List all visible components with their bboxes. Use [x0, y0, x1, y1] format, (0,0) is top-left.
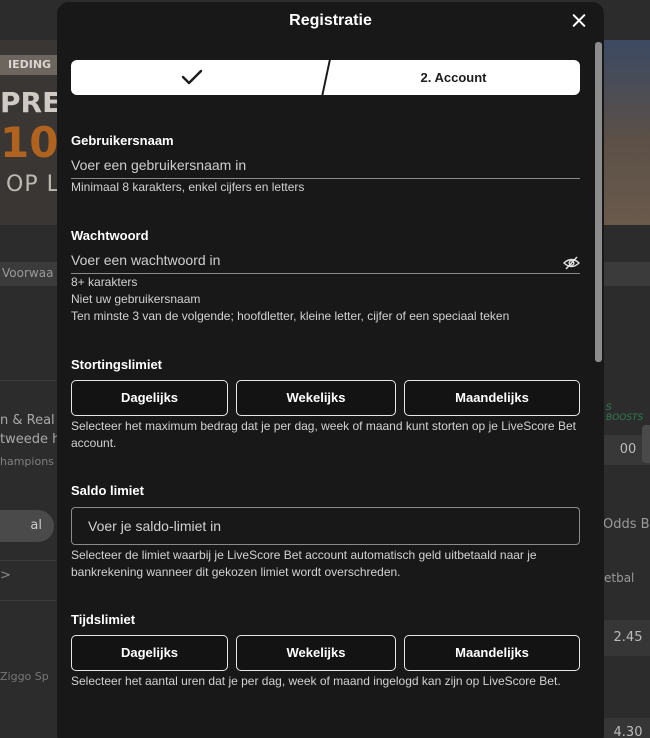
check-icon[interactable]	[181, 68, 203, 86]
username-input[interactable]	[71, 152, 580, 179]
close-icon[interactable]	[569, 11, 589, 31]
competition-label: hampions	[0, 455, 54, 468]
password-hint: 8+ karakters	[71, 275, 138, 289]
match-line: tweede h	[0, 432, 61, 447]
password-input[interactable]	[71, 247, 580, 274]
time-limit-label: Tijdslimiet	[71, 612, 136, 627]
deposit-weekly-button[interactable]: Wekelijks	[236, 380, 396, 416]
time-weekly-button[interactable]: Wekelijks	[236, 635, 396, 671]
match-teams[interactable]: n & Real tweede h	[0, 411, 60, 449]
time-daily-button[interactable]: Dagelijks	[71, 635, 228, 671]
step-account: 2. Account	[420, 70, 487, 85]
match-line: n & Real	[0, 413, 55, 428]
odds-button[interactable]: 4.30	[598, 718, 650, 738]
promo-amount: 10	[0, 118, 59, 167]
promo-subline: OP L	[6, 172, 60, 197]
promo-image	[600, 40, 650, 225]
modal-title: Registratie	[289, 12, 372, 29]
sport-label: etbal	[604, 571, 635, 585]
deposit-limit-label: Stortingslimiet	[71, 357, 163, 372]
odds-button[interactable]: 2.45	[598, 620, 650, 656]
broadcaster-label: Ziggo Sp	[0, 670, 49, 683]
filter-pill[interactable]: al	[0, 510, 54, 542]
eye-slash-icon[interactable]	[563, 256, 580, 270]
username-hint: Minimaal 8 karakters, enkel cijfers en l…	[71, 180, 305, 194]
odds-button[interactable]	[642, 425, 650, 463]
conditions-link[interactable]: Voorwaa	[2, 266, 53, 280]
chevron-right-icon[interactable]: >	[0, 568, 11, 583]
username-label: Gebruikersnaam	[71, 133, 174, 148]
divider	[0, 380, 56, 381]
password-hints: 8+ karakters Niet uw gebruikersnaam Ten …	[71, 274, 583, 325]
divider	[0, 600, 56, 601]
balance-limit-label: Saldo limiet	[71, 483, 144, 498]
deposit-daily-button[interactable]: Dagelijks	[71, 380, 228, 416]
balance-limit-hint: Selecteer de limiet waarbij je LiveScore…	[71, 548, 537, 579]
password-hint: Niet uw gebruikersnaam	[71, 292, 201, 306]
divider	[0, 560, 56, 561]
registration-stepper: 2. Account	[71, 60, 580, 95]
boosts-label: S BOOSTS	[606, 403, 644, 423]
time-monthly-button[interactable]: Maandelijks	[404, 635, 580, 671]
promo-badge: IEDING	[0, 55, 60, 75]
odds-tab[interactable]: Odds B	[603, 517, 650, 532]
registration-modal: Registratie 2. Account Gebruikersnaam Mi…	[57, 2, 604, 738]
deposit-limit-hint: Selecteer het maximum bedrag dat je per …	[71, 419, 576, 450]
scrollbar[interactable]	[595, 42, 602, 362]
password-hint: Ten minste 3 van de volgende; hoofdlette…	[71, 309, 510, 323]
deposit-monthly-button[interactable]: Maandelijks	[404, 380, 580, 416]
password-label: Wachtwoord	[71, 228, 149, 243]
balance-limit-input[interactable]	[71, 507, 580, 545]
time-limit-hint: Selecteer het aantal uren dat je per dag…	[71, 674, 561, 688]
